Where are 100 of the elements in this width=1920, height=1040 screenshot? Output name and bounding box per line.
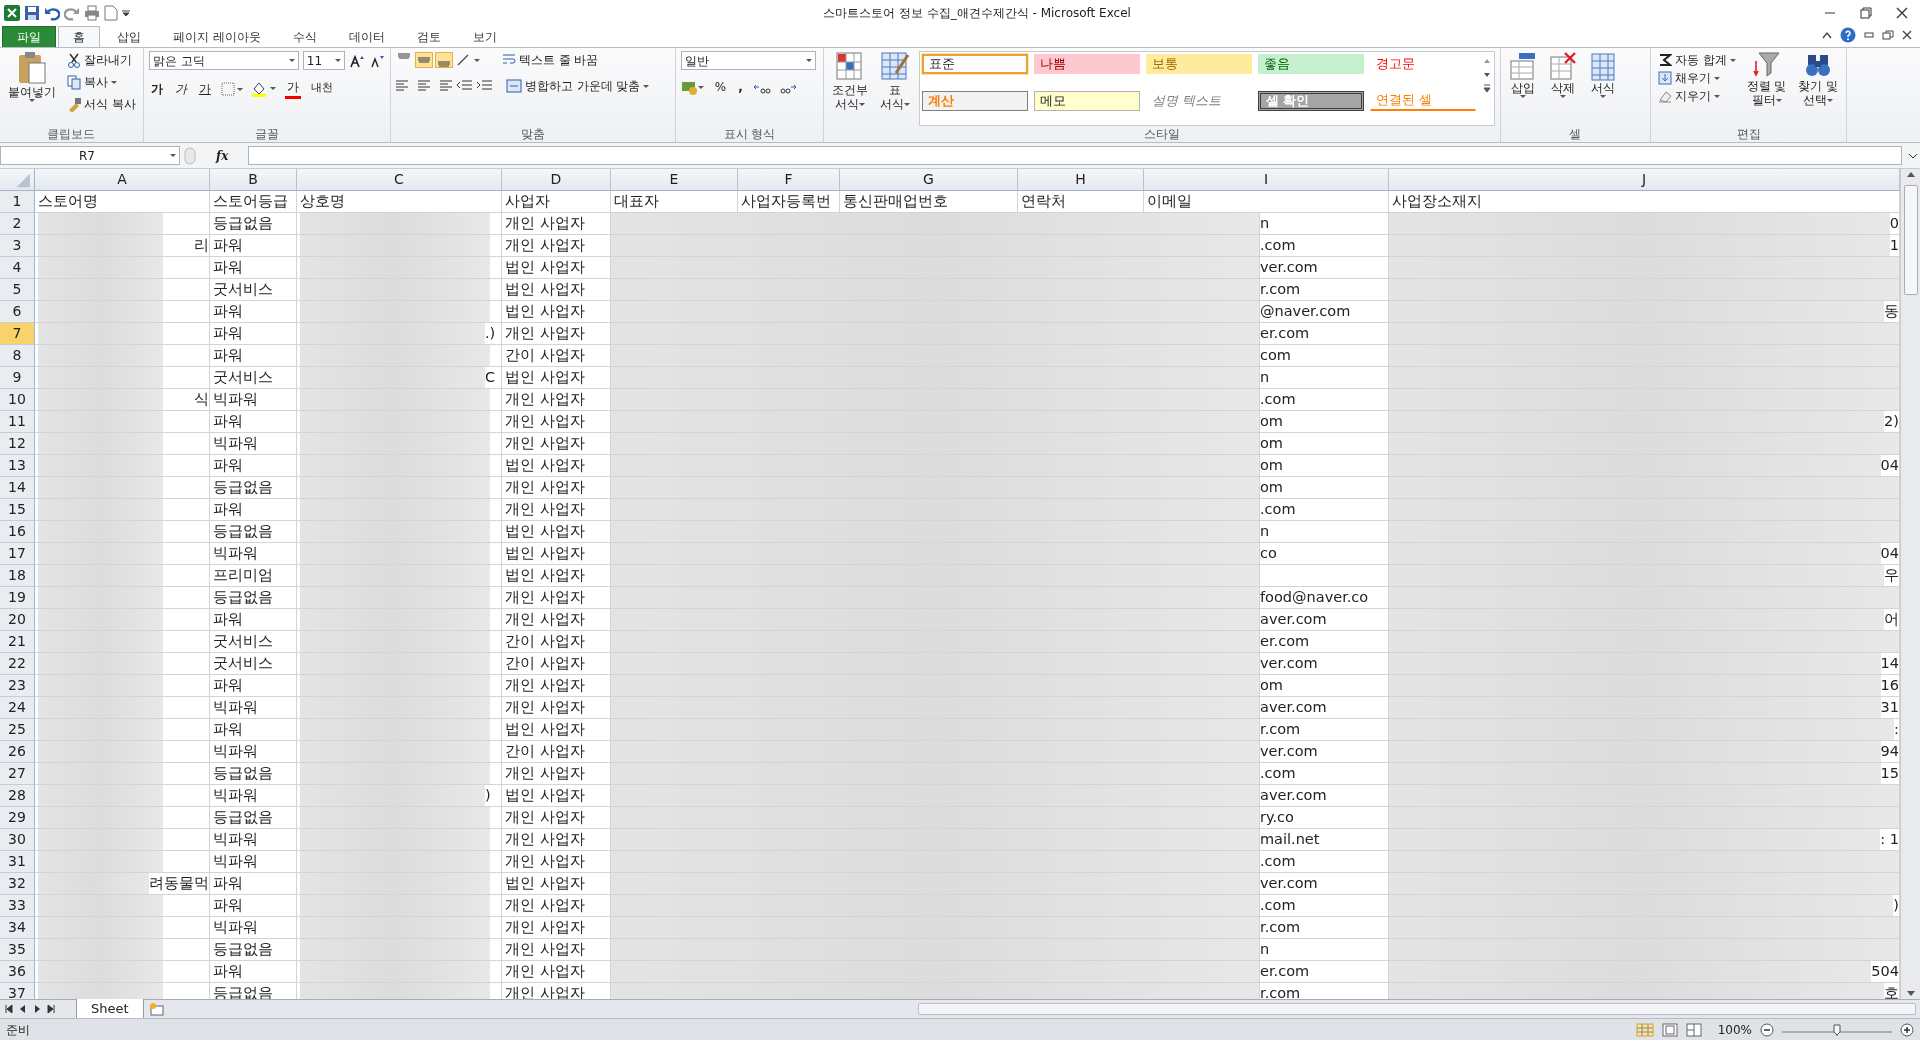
clipboard-button[interactable]: 잘라내기 (65, 51, 138, 69)
page-break-icon[interactable] (1685, 1022, 1702, 1037)
column-header[interactable]: D (502, 169, 611, 191)
format-as-table-button[interactable]: 표 서식 (876, 51, 913, 126)
row-header[interactable]: 34 (0, 917, 35, 939)
ribbon-tab[interactable]: 검토 (401, 26, 456, 47)
cell-style-swatch[interactable]: 나쁨 (1033, 54, 1140, 74)
sort-filter-button[interactable]: 정렬 및 필터 (1743, 51, 1790, 126)
fill-button[interactable]: 채우기 (1655, 69, 1738, 87)
row-header[interactable]: 28 (0, 785, 35, 807)
delete-cells-button[interactable]: 삭제 (1545, 51, 1580, 126)
caret-icon[interactable] (1559, 95, 1566, 98)
ribbon-tab[interactable]: 수식 (277, 26, 332, 47)
row-header[interactable]: 3 (0, 235, 35, 257)
column-header[interactable]: G (840, 169, 1018, 191)
font-size-dropdown[interactable]: 11 (302, 51, 345, 70)
row-header[interactable]: 9 (0, 367, 35, 389)
autosum-button[interactable]: 자동 합계 (1655, 51, 1738, 69)
bold-button[interactable]: 가 (148, 79, 165, 98)
cell-style-swatch[interactable]: 표준 (921, 54, 1028, 74)
row-header[interactable]: 14 (0, 477, 35, 499)
customize-caret-icon[interactable] (122, 8, 130, 17)
ribbon-tab[interactable]: 홈 (58, 26, 100, 47)
paste-button[interactable]: 붙여넣기 (5, 51, 59, 126)
prev-sheet-icon[interactable] (18, 1004, 28, 1014)
row-header[interactable]: 35 (0, 939, 35, 961)
ribbon-tab[interactable]: 페이지 레이아웃 (158, 26, 276, 47)
row-header[interactable]: 7 (0, 323, 35, 345)
font-color-button[interactable]: 가 (284, 78, 301, 99)
clipboard-button[interactable]: 복사 (65, 73, 138, 91)
clipboard-button[interactable]: 서식 복사 (65, 95, 138, 113)
row-header[interactable]: 18 (0, 565, 35, 587)
italic-button[interactable]: 가 (172, 79, 189, 98)
caret-icon[interactable] (288, 59, 295, 62)
row-header[interactable]: 10 (0, 389, 35, 411)
caret-icon[interactable] (111, 80, 117, 84)
row-header[interactable]: 8 (0, 345, 35, 367)
row-header[interactable]: 20 (0, 609, 35, 631)
last-sheet-icon[interactable] (46, 1004, 56, 1014)
percent-button[interactable]: % (712, 78, 729, 96)
conditional-formatting-button[interactable]: 조건부 서식 (828, 51, 871, 126)
format-cells-button[interactable]: 서식 (1585, 51, 1620, 126)
save-icon[interactable] (24, 4, 40, 21)
zoom-out-icon[interactable] (1760, 1022, 1774, 1037)
caret-icon[interactable] (1713, 76, 1720, 80)
row-header[interactable]: 26 (0, 741, 35, 763)
zoom-in-icon[interactable] (1900, 1022, 1914, 1037)
row-header[interactable]: 12 (0, 433, 35, 455)
row-header[interactable]: 5 (0, 279, 35, 301)
cell-style-swatch[interactable]: 좋음 (1257, 54, 1364, 74)
currency-icon[interactable] (680, 79, 705, 95)
collapse-ribbon-icon[interactable] (1822, 31, 1832, 39)
expand-handle-icon[interactable] (184, 146, 196, 165)
caret-icon[interactable] (1599, 95, 1606, 98)
caret-icon[interactable] (903, 103, 910, 106)
formula-input[interactable] (248, 146, 1902, 165)
caret-icon[interactable] (1729, 58, 1736, 62)
cell-style-swatch[interactable]: 설명 텍스트 (1145, 90, 1252, 111)
caret-icon[interactable] (29, 99, 35, 102)
row-header[interactable]: 17 (0, 543, 35, 565)
scroll-thumb[interactable] (1903, 185, 1918, 295)
caret-icon[interactable] (1713, 94, 1720, 98)
column-header[interactable]: E (611, 169, 738, 191)
page-layout-icon[interactable] (1661, 1022, 1678, 1037)
caret-icon[interactable] (1827, 99, 1834, 102)
row-header[interactable]: 1 (0, 191, 35, 213)
vertical-align-icon[interactable] (435, 53, 452, 67)
row-header[interactable]: 4 (0, 257, 35, 279)
next-sheet-icon[interactable] (32, 1004, 42, 1014)
row-header[interactable]: 29 (0, 807, 35, 829)
row-header[interactable]: 25 (0, 719, 35, 741)
column-header[interactable]: I (1144, 169, 1389, 191)
caret-icon[interactable] (1775, 99, 1782, 102)
row-header[interactable]: 11 (0, 411, 35, 433)
cell-style-swatch[interactable]: 경고문 (1369, 54, 1476, 74)
minimize-icon[interactable] (1864, 30, 1874, 40)
caret-icon[interactable] (334, 59, 341, 62)
find-select-button[interactable]: 찾기 및 선택 (1795, 51, 1842, 126)
row-header[interactable]: 37 (0, 983, 35, 999)
insert-function-button[interactable]: fx (200, 146, 245, 165)
number-format-dropdown[interactable]: 일반 (680, 51, 816, 70)
row-header[interactable]: 22 (0, 653, 35, 675)
restore-icon[interactable] (1882, 30, 1894, 40)
row-header[interactable]: 30 (0, 829, 35, 851)
column-header[interactable]: A (35, 169, 210, 191)
close-icon[interactable] (1896, 6, 1908, 19)
comma-button[interactable]: , (736, 78, 745, 96)
decrease-indent-icon[interactable] (455, 79, 472, 93)
row-header[interactable]: 16 (0, 521, 35, 543)
row-header[interactable]: 24 (0, 697, 35, 719)
column-header[interactable]: H (1018, 169, 1144, 191)
orientation-icon[interactable] (455, 53, 480, 67)
caret-icon[interactable] (643, 84, 650, 88)
increase-font-icon[interactable] (348, 53, 365, 68)
ribbon-tab[interactable]: 보기 (457, 26, 512, 47)
row-header[interactable]: 27 (0, 763, 35, 785)
cell-style-swatch[interactable]: 메모 (1033, 90, 1140, 111)
row-header[interactable]: 31 (0, 851, 35, 873)
underline-button[interactable]: 가 (196, 79, 213, 98)
row-header[interactable]: 19 (0, 587, 35, 609)
